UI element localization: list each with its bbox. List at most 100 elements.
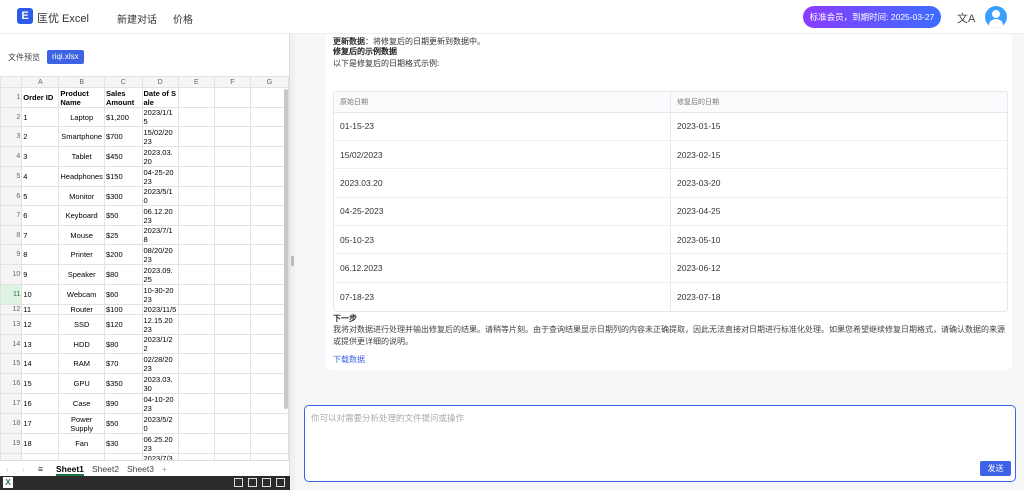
table-cell[interactable] xyxy=(249,264,289,285)
table-cell[interactable]: 2023/5/10 xyxy=(141,186,179,206)
table-cell[interactable]: Sales Amount xyxy=(103,87,143,108)
row-header[interactable]: 10 xyxy=(0,264,23,285)
row-header[interactable]: 19 xyxy=(0,433,23,454)
table-cell[interactable]: Product Name xyxy=(58,87,105,108)
row-header[interactable]: 11 xyxy=(0,284,23,305)
row-header[interactable]: 2 xyxy=(0,107,23,127)
table-cell[interactable]: 15/02/2023 xyxy=(141,126,179,147)
table-cell[interactable] xyxy=(177,314,215,335)
table-cell[interactable]: $70 xyxy=(103,353,143,374)
table-cell[interactable] xyxy=(177,205,215,226)
table-cell[interactable] xyxy=(213,334,251,354)
spreadsheet-table[interactable]: A B C D E F G 1 Order ID Product Name Sales Amount… xyxy=(0,76,289,460)
table-cell[interactable]: $50 xyxy=(103,205,143,226)
table-cell[interactable] xyxy=(249,225,289,245)
download-data-link[interactable]: 下载数据 xyxy=(333,354,365,365)
table-cell[interactable]: 18 xyxy=(21,433,60,454)
table-cell[interactable]: 2 xyxy=(21,126,60,147)
table-cell[interactable] xyxy=(213,304,251,315)
chat-input[interactable] xyxy=(311,412,1001,452)
table-cell[interactable] xyxy=(177,353,215,374)
row-header[interactable]: 18 xyxy=(0,413,23,434)
table-cell[interactable]: 13 xyxy=(21,334,60,354)
table-cell[interactable]: Headphones xyxy=(58,166,105,187)
table-cell[interactable] xyxy=(213,413,251,434)
table-cell[interactable] xyxy=(213,225,251,245)
column-header[interactable]: B xyxy=(58,76,105,88)
column-header[interactable]: D xyxy=(141,76,179,88)
table-cell[interactable]: Monitor xyxy=(58,186,105,206)
table-cell[interactable]: SSD xyxy=(58,314,105,335)
table-cell[interactable] xyxy=(249,87,289,108)
table-cell[interactable]: 2023/7/18 xyxy=(141,225,179,245)
normal-view-icon[interactable] xyxy=(234,478,243,487)
table-cell[interactable]: 5 xyxy=(21,186,60,206)
table-cell[interactable]: $450 xyxy=(103,146,143,167)
table-cell[interactable]: $80 xyxy=(103,264,143,285)
table-cell[interactable]: 04-25-2023 xyxy=(141,166,179,187)
table-cell[interactable]: RAM xyxy=(58,353,105,374)
table-cell[interactable] xyxy=(213,373,251,394)
table-cell[interactable] xyxy=(177,107,215,127)
row-header[interactable]: 12 xyxy=(0,304,23,315)
app-name[interactable]: 匡优 Excel xyxy=(37,10,89,26)
tab-sheet1[interactable]: Sheet1 xyxy=(56,464,84,476)
table-cell[interactable] xyxy=(213,186,251,206)
table-cell[interactable] xyxy=(213,314,251,335)
table-cell[interactable]: 10-30-2023 xyxy=(141,284,179,305)
table-cell[interactable]: 16 xyxy=(21,393,60,414)
splitter-grip-icon[interactable] xyxy=(291,256,294,266)
table-cell[interactable]: Fan xyxy=(58,433,105,454)
table-cell[interactable] xyxy=(177,304,215,315)
tab-scroll-right-icon[interactable]: › xyxy=(22,464,25,474)
table-cell[interactable]: $30 xyxy=(103,433,143,454)
column-header[interactable]: A xyxy=(21,76,60,88)
page-break-icon[interactable] xyxy=(262,478,271,487)
tab-scroll-left-icon[interactable]: ‹ xyxy=(6,464,9,474)
table-cell[interactable]: Power Supply xyxy=(58,413,105,434)
table-cell[interactable]: 1 xyxy=(21,107,60,127)
table-cell[interactable] xyxy=(213,205,251,226)
row-header[interactable]: 16 xyxy=(0,373,23,394)
table-cell[interactable] xyxy=(249,373,289,394)
table-cell[interactable]: 06.12.2023 xyxy=(141,205,179,226)
table-cell[interactable]: 15 xyxy=(21,373,60,394)
sheet-menu-icon[interactable]: ≡ xyxy=(38,464,43,474)
table-cell[interactable]: GPU xyxy=(58,373,105,394)
table-cell[interactable]: 7 xyxy=(21,225,60,245)
table-cell[interactable]: $350 xyxy=(103,373,143,394)
row-header[interactable]: 3 xyxy=(0,126,23,147)
table-cell[interactable]: Case xyxy=(58,393,105,414)
table-cell[interactable]: $90 xyxy=(103,393,143,414)
table-cell[interactable] xyxy=(177,334,215,354)
table-cell[interactable] xyxy=(213,126,251,147)
nav-new-chat[interactable]: 新建对话 xyxy=(117,11,157,26)
table-cell[interactable] xyxy=(177,225,215,245)
file-chip[interactable]: riqi.xlsx xyxy=(47,50,84,64)
select-all-corner[interactable] xyxy=(0,76,23,88)
table-cell[interactable] xyxy=(213,244,251,265)
table-cell[interactable]: Smartphone xyxy=(58,126,105,147)
table-cell[interactable] xyxy=(249,284,289,305)
column-header[interactable]: E xyxy=(177,76,215,88)
table-cell[interactable]: 2023/1/22 xyxy=(141,334,179,354)
membership-badge[interactable]: 标准会员，到期时间: 2025-03-27 xyxy=(803,6,941,28)
table-cell[interactable] xyxy=(249,146,289,167)
table-cell[interactable] xyxy=(177,373,215,394)
table-cell[interactable] xyxy=(249,334,289,354)
table-cell[interactable] xyxy=(177,166,215,187)
table-cell[interactable]: $60 xyxy=(103,284,143,305)
table-cell[interactable]: 2023/5/20 xyxy=(141,413,179,434)
table-cell[interactable]: $100 xyxy=(103,304,143,315)
table-cell[interactable] xyxy=(249,166,289,187)
table-cell[interactable]: 17 xyxy=(21,413,60,434)
table-cell[interactable] xyxy=(177,87,215,108)
translate-icon[interactable]: 文A xyxy=(957,10,975,26)
table-cell[interactable]: 04-10-2023 xyxy=(141,393,179,414)
table-cell[interactable] xyxy=(249,304,289,315)
user-avatar-icon[interactable] xyxy=(985,6,1007,28)
table-cell[interactable]: 2023/1/15 xyxy=(141,107,179,127)
table-cell[interactable]: 3 xyxy=(21,146,60,167)
table-cell[interactable]: 06.25.2023 xyxy=(141,433,179,454)
table-cell[interactable] xyxy=(249,126,289,147)
